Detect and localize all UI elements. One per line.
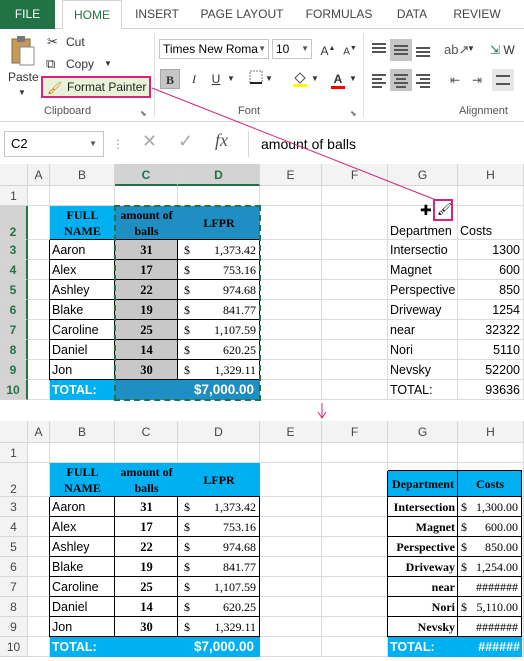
paintbrush-icon: 🖌 [437,202,453,216]
annotation-overlay [151,87,437,419]
paintbrush-cursor-box: 🖌 [433,199,453,221]
annotation-line [151,87,437,201]
cross-cursor-icon: ✚ [420,202,432,218]
